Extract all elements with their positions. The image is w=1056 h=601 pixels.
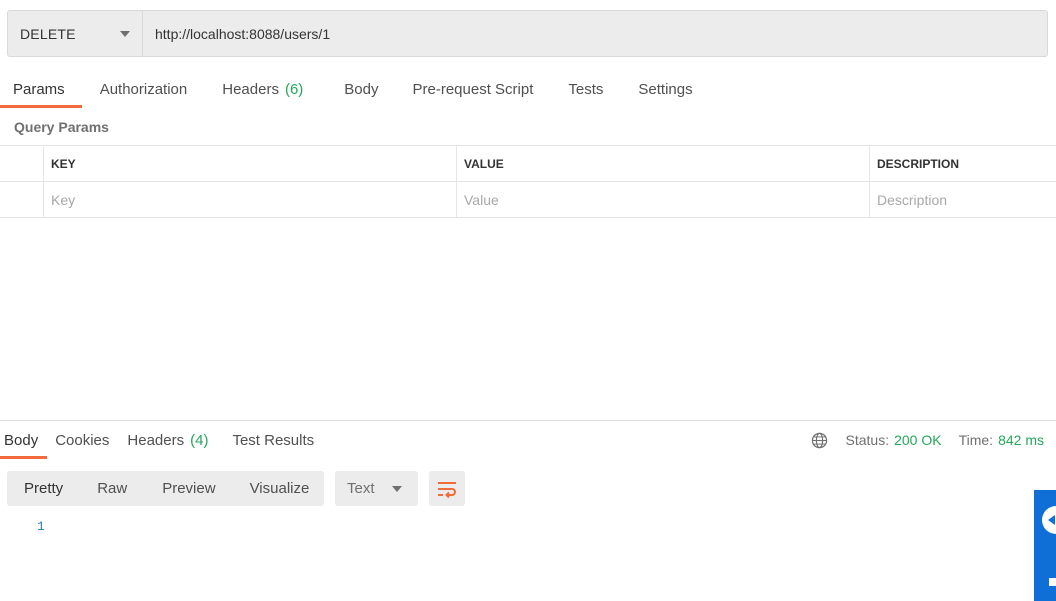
params-header-key: KEY — [43, 146, 456, 181]
response-line-number: 1 — [37, 519, 45, 534]
tab-headers-count: (6) — [284, 80, 304, 98]
response-tab-body-label: Body — [4, 432, 39, 449]
params-header-description: DESCRIPTION — [869, 146, 1056, 181]
globe-icon[interactable] — [811, 432, 828, 449]
response-tab-test-results[interactable]: Test Results — [220, 422, 323, 459]
method-label: DELETE — [20, 25, 76, 42]
wrap-lines-button[interactable] — [429, 471, 465, 506]
param-description-input[interactable] — [877, 191, 1056, 208]
response-type-label: Text — [347, 480, 375, 497]
response-tab-test-results-label: Test Results — [232, 432, 315, 449]
time-label: Time: — [958, 432, 994, 448]
pretty-button[interactable]: Pretty — [24, 480, 63, 497]
chevron-down-icon — [120, 30, 130, 37]
url-field-wrapper — [143, 11, 1047, 56]
wrap-lines-icon — [438, 481, 456, 498]
tab-pre-request-script-label: Pre-request Script — [412, 80, 534, 98]
format-toggle-group: Pretty Raw Preview Visualize — [7, 471, 324, 506]
widget-square-icon — [1049, 578, 1056, 586]
params-header-spacer — [0, 146, 43, 181]
tab-settings-label: Settings — [638, 80, 693, 98]
params-description-cell — [869, 182, 1056, 217]
params-input-row — [0, 182, 1056, 218]
response-tab-cookies-label: Cookies — [55, 432, 110, 449]
response-tab-headers-count: (4) — [190, 432, 209, 449]
chevron-down-icon — [392, 485, 402, 492]
tab-params-label: Params — [13, 80, 65, 98]
status-label: Status: — [845, 432, 890, 448]
tab-authorization-label: Authorization — [99, 80, 188, 98]
response-tab-headers-label: Headers — [127, 432, 185, 449]
tab-body-label: Body — [344, 80, 379, 98]
param-value-input[interactable] — [464, 191, 869, 208]
tab-tests[interactable]: Tests — [550, 70, 620, 108]
tab-tests-label: Tests — [568, 80, 604, 98]
url-input[interactable] — [155, 25, 1047, 42]
params-value-cell — [456, 182, 869, 217]
widget-arrow-icon — [1048, 515, 1055, 525]
preview-button[interactable]: Preview — [162, 480, 215, 497]
query-params-title: Query Params — [14, 119, 109, 135]
tab-settings[interactable]: Settings — [620, 70, 709, 108]
params-header-value: VALUE — [456, 146, 869, 181]
response-tabs: Body Cookies Headers (4) Test Results — [0, 422, 323, 459]
param-key-input[interactable] — [51, 191, 456, 208]
request-bar: DELETE — [7, 10, 1048, 57]
request-tabs: Params Authorization Headers (6) Body Pr… — [0, 70, 710, 108]
response-divider[interactable] — [0, 420, 1056, 421]
params-header-row: KEY VALUE DESCRIPTION — [0, 146, 1056, 182]
tab-authorization[interactable]: Authorization — [82, 70, 206, 108]
tab-headers-label: Headers — [222, 80, 279, 98]
key-column-header: KEY — [51, 156, 76, 171]
tab-body[interactable]: Body — [321, 70, 395, 108]
raw-button[interactable]: Raw — [97, 480, 127, 497]
params-row-checkbox-cell — [0, 182, 43, 217]
response-status: Status: 200 OK Time: 842 ms — [811, 430, 1044, 450]
params-key-cell — [43, 182, 456, 217]
tab-headers[interactable]: Headers (6) — [205, 70, 321, 108]
visualize-button[interactable]: Visualize — [250, 480, 310, 497]
response-tab-body[interactable]: Body — [0, 422, 48, 459]
response-type-select[interactable]: Text — [335, 471, 418, 506]
response-tab-headers[interactable]: Headers (4) — [118, 422, 220, 459]
description-column-header: DESCRIPTION — [877, 156, 960, 171]
response-tab-cookies[interactable]: Cookies — [47, 422, 118, 459]
tab-pre-request-script[interactable]: Pre-request Script — [396, 70, 551, 108]
time-value[interactable]: 842 ms — [998, 432, 1044, 448]
tab-params[interactable]: Params — [0, 70, 82, 108]
external-widget[interactable] — [1034, 490, 1056, 601]
params-table: KEY VALUE DESCRIPTION — [0, 145, 1056, 218]
status-value[interactable]: 200 OK — [894, 432, 941, 448]
method-select[interactable]: DELETE — [8, 11, 143, 56]
value-column-header: VALUE — [464, 156, 504, 171]
